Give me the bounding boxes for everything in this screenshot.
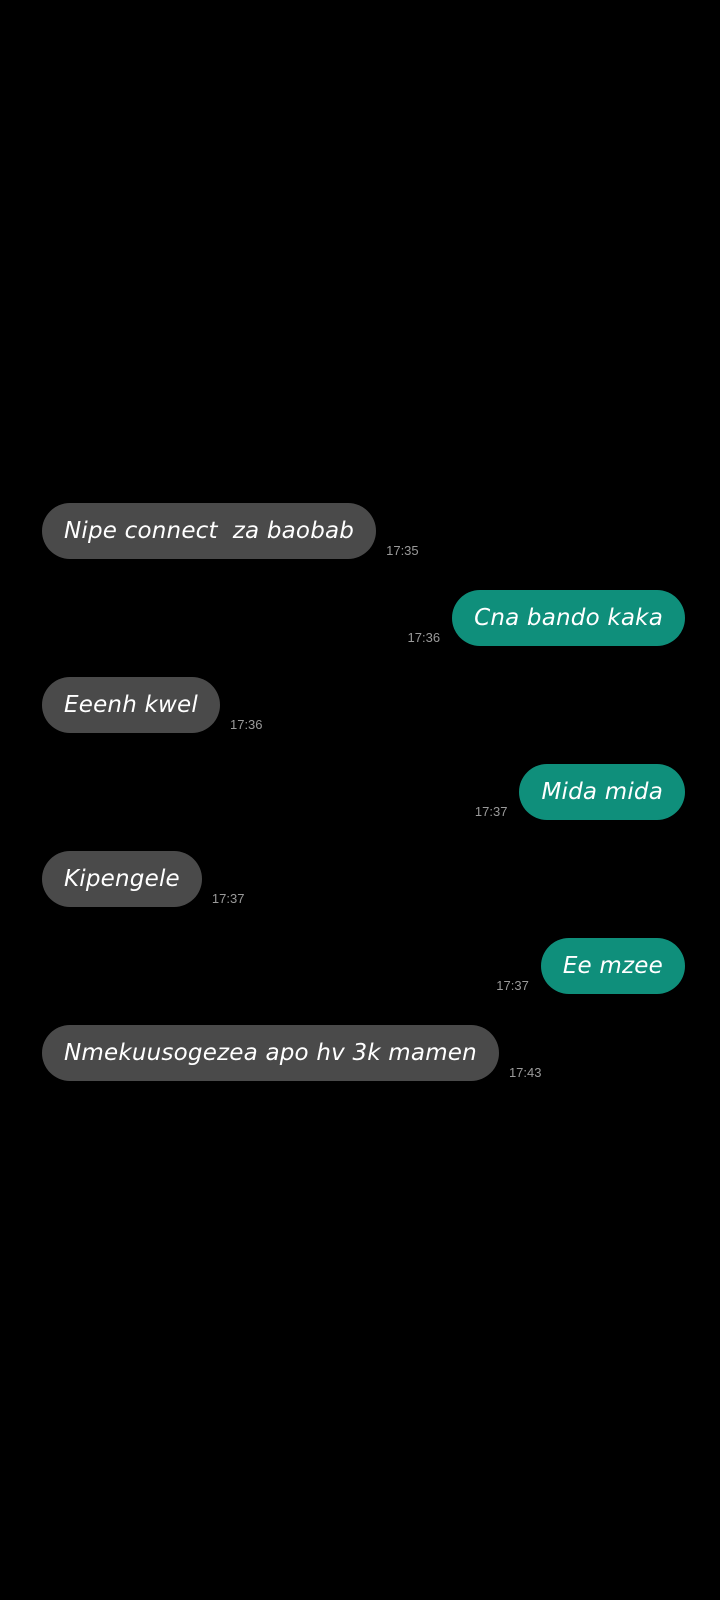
message-bubble[interactable]: Nipe connect za baobab: [42, 503, 377, 559]
message-timestamp: 17:36: [229, 717, 263, 732]
message-timestamp: 17:37: [211, 891, 245, 906]
outgoing-message[interactable]: 17:37 Mida mida: [475, 764, 685, 820]
outgoing-message[interactable]: 17:37 Ee mzee: [496, 938, 685, 994]
incoming-message[interactable]: Nmekuusogezea apo hv 3k mamen 17:43: [42, 1025, 542, 1081]
message-bubble[interactable]: Mida mida: [519, 764, 685, 820]
message-bubble[interactable]: Nmekuusogezea apo hv 3k mamen: [42, 1025, 499, 1081]
message-timestamp: 17:37: [496, 978, 529, 993]
message-bubble[interactable]: Eeenh kwel: [42, 677, 220, 733]
message-bubble[interactable]: Kipengele: [42, 851, 202, 907]
message-bubble[interactable]: Cna bando kaka: [452, 590, 685, 646]
message-timestamp: 17:37: [474, 804, 508, 819]
message-timestamp: 17:35: [386, 543, 419, 558]
incoming-message[interactable]: Nipe connect za baobab 17:35: [42, 503, 419, 559]
message-bubble[interactable]: Ee mzee: [540, 938, 685, 994]
incoming-message[interactable]: Eeenh kwel 17:36: [42, 677, 263, 733]
incoming-message[interactable]: Kipengele 17:37: [42, 851, 244, 907]
outgoing-message[interactable]: 17:36 Cna bando kaka: [408, 590, 685, 646]
message-list[interactable]: Nipe connect za baobab 17:35 17:36 Cna b…: [0, 0, 720, 1600]
message-timestamp: 17:36: [407, 630, 441, 645]
message-timestamp: 17:43: [508, 1065, 542, 1080]
